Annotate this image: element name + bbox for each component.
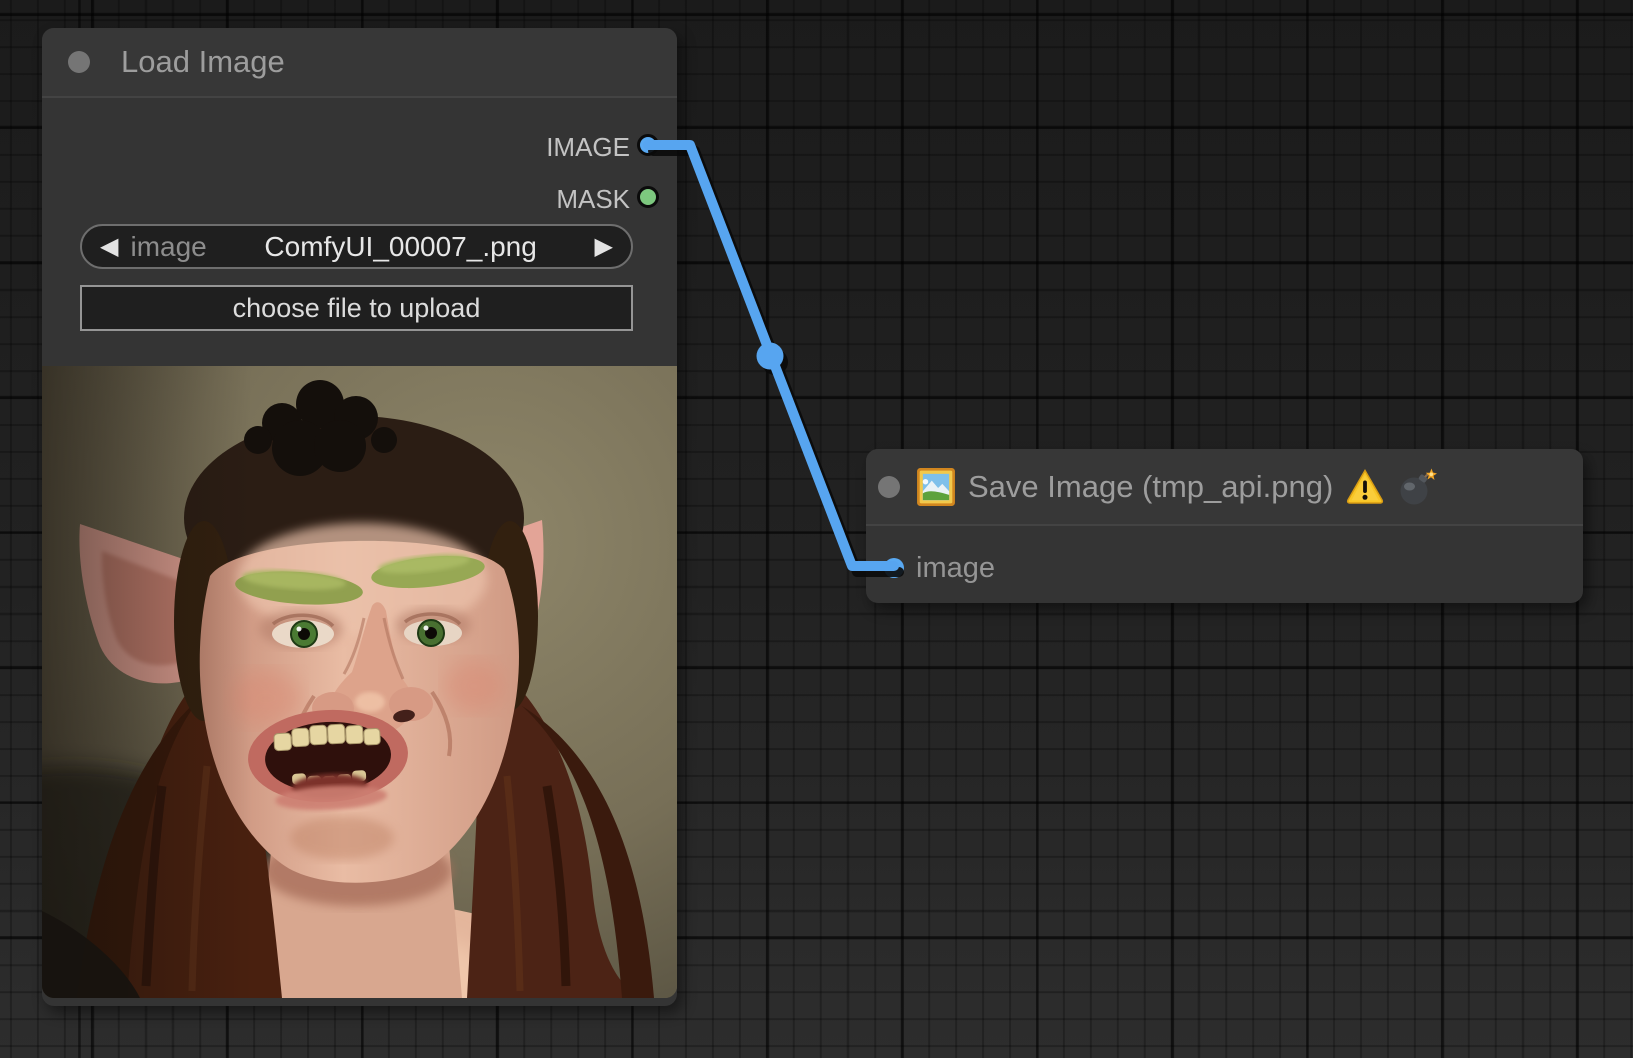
link-midpoint-dot (757, 343, 784, 370)
input-port-image[interactable] (884, 558, 904, 578)
node-title: Load Image (121, 44, 285, 80)
combo-prev-arrow-icon[interactable]: ◀ (100, 235, 118, 259)
input-label-image: image (916, 552, 995, 585)
load-image-node[interactable]: Load Image IMAGE MASK ◀ image ComfyUI_00… (42, 28, 677, 1006)
save-image-node[interactable]: Save Image (tmp_api.png) image (866, 449, 1583, 603)
node-title: Save Image (tmp_api.png) (968, 469, 1333, 505)
load-image-node-titlebar[interactable]: Load Image (42, 28, 677, 98)
framed-picture-icon (916, 467, 956, 507)
image-combo-widget[interactable]: ◀ image ComfyUI_00007_.png ▶ (80, 224, 633, 269)
choose-file-button-label: choose file to upload (233, 293, 481, 324)
output-label-mask: MASK (556, 184, 630, 215)
save-image-node-titlebar[interactable]: Save Image (tmp_api.png) (866, 449, 1583, 526)
collapse-dot-icon[interactable] (878, 476, 900, 498)
warning-icon (1345, 467, 1385, 507)
combo-value[interactable]: ComfyUI_00007_.png (207, 231, 595, 263)
output-port-mask[interactable] (637, 186, 659, 208)
link-wire (648, 145, 894, 566)
preview-image (42, 366, 677, 998)
node-graph-canvas[interactable]: Load Image IMAGE MASK ◀ image ComfyUI_00… (0, 0, 1633, 1058)
combo-next-arrow-icon[interactable]: ▶ (595, 235, 613, 259)
collapse-dot-icon[interactable] (68, 51, 90, 73)
troll-portrait-illustration (42, 366, 677, 998)
combo-label: image (130, 231, 206, 263)
output-label-image: IMAGE (546, 132, 630, 163)
bomb-icon (1397, 467, 1437, 507)
output-port-image[interactable] (637, 134, 659, 156)
choose-file-button[interactable]: choose file to upload (80, 285, 633, 331)
